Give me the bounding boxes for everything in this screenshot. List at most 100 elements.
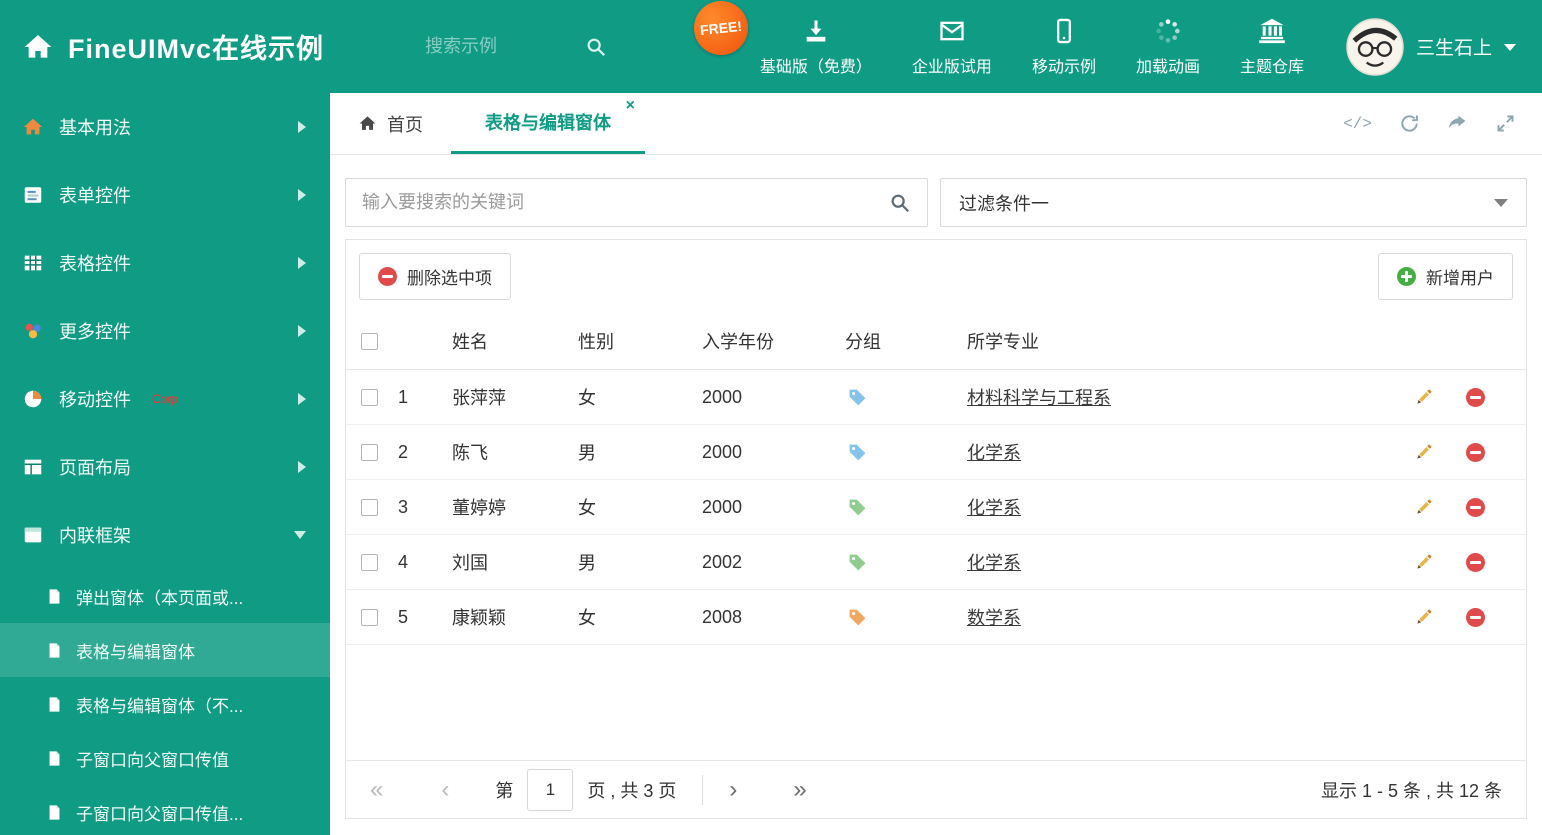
sidebar-item-more-controls[interactable]: 更多控件: [0, 297, 330, 365]
major-link[interactable]: 化学系: [967, 443, 1021, 463]
caret-down-icon: [1494, 198, 1508, 207]
sidebar-item-form-controls[interactable]: 表单控件: [0, 161, 330, 229]
keyword-search-box[interactable]: [345, 178, 928, 227]
nav-label: 主题仓库: [1239, 58, 1304, 76]
nav-label: 加载动画: [1135, 58, 1200, 76]
caret-down-icon: [1504, 44, 1516, 51]
sidebar: 基本用法 表单控件 表格控件 更多控件 移动控件 Corp 页面布局 内联框架 …: [0, 93, 330, 835]
house-icon: [23, 118, 43, 135]
search-icon[interactable]: [585, 36, 607, 58]
user-menu[interactable]: 三生石上: [1346, 17, 1542, 76]
sidebar-item-basic-usage[interactable]: 基本用法: [0, 93, 330, 161]
cell-gender: 男: [578, 553, 596, 573]
delete-row-icon[interactable]: [1466, 442, 1485, 462]
nav-theme-store[interactable]: 主题仓库: [1240, 17, 1304, 77]
row-checkbox[interactable]: [361, 388, 378, 406]
sidebar-item-mobile-controls[interactable]: 移动控件 Corp: [0, 365, 330, 433]
last-page-icon[interactable]: »: [793, 777, 806, 802]
tab-home[interactable]: 首页: [330, 93, 451, 154]
sidebar-item-iframe[interactable]: 内联框架: [0, 501, 330, 569]
major-link[interactable]: 化学系: [967, 553, 1021, 573]
cell-gender: 女: [578, 498, 596, 518]
delete-row-icon[interactable]: [1466, 552, 1485, 572]
edit-pencil-icon[interactable]: [1414, 387, 1434, 407]
delete-selected-button[interactable]: 删除选中项: [359, 253, 511, 300]
tab-actions: </>: [1343, 93, 1542, 154]
tag-icon: [849, 554, 866, 570]
sidebar-subitem-grid-edit-window-2[interactable]: 表格与编辑窗体（不...: [0, 677, 330, 731]
edit-pencil-icon[interactable]: [1414, 442, 1434, 462]
add-user-button[interactable]: 新增用户: [1378, 253, 1513, 300]
source-code-icon[interactable]: </>: [1343, 115, 1372, 133]
major-link[interactable]: 数学系: [967, 608, 1021, 628]
delete-row-icon[interactable]: [1466, 387, 1485, 407]
delete-row-icon[interactable]: [1466, 607, 1485, 627]
refresh-icon[interactable]: [1399, 113, 1420, 134]
row-checkbox[interactable]: [361, 498, 378, 516]
grid-panel: 删除选中项 新增用户 姓名 性别 入学年份 分组 所学专业 1 张萍萍 女 20…: [345, 239, 1527, 819]
edit-pencil-icon[interactable]: [1414, 497, 1434, 517]
chevron-right-icon: [298, 461, 306, 473]
share-arrow-icon[interactable]: [1447, 113, 1468, 134]
sidebar-subitem-child-to-parent-2[interactable]: 子窗口向父窗口传值...: [0, 785, 330, 835]
mobile-controls-icon: [24, 390, 42, 408]
tag-icon: [849, 609, 866, 625]
edit-pencil-icon[interactable]: [1414, 607, 1434, 627]
tab-grid-edit-window[interactable]: 表格与编辑窗体 ×: [451, 93, 645, 154]
app-header: FineUIMvc在线示例 FREE! 基础版（免费） 企业版试用 移动示例: [0, 0, 1542, 93]
nav-label: 移动示例: [1031, 58, 1096, 76]
header-search-input[interactable]: [425, 36, 575, 57]
sidebar-subitem-child-to-parent[interactable]: 子窗口向父窗口传值: [0, 731, 330, 785]
row-checkbox[interactable]: [361, 553, 378, 571]
cell-gender: 女: [578, 608, 596, 628]
nav-enterprise-trial[interactable]: 企业版试用: [912, 17, 992, 77]
keyword-search-input[interactable]: [362, 192, 879, 213]
layout-icon: [24, 459, 42, 475]
file-icon: [49, 642, 60, 658]
filter-dropdown[interactable]: 过滤条件一: [940, 178, 1527, 227]
file-icon: [49, 588, 60, 604]
close-icon[interactable]: ×: [626, 97, 635, 115]
major-link[interactable]: 材料科学与工程系: [967, 388, 1111, 408]
nav-basic-edition[interactable]: FREE! 基础版（免费）: [691, 0, 872, 77]
app-logo[interactable]: FineUIMvc在线示例: [0, 27, 395, 66]
header-search[interactable]: [425, 36, 607, 58]
col-major: 所学专业: [967, 332, 1039, 352]
delete-row-icon[interactable]: [1466, 497, 1485, 517]
sidebar-subitem-grid-edit-window[interactable]: 表格与编辑窗体: [0, 623, 330, 677]
cell-year: 2000: [702, 386, 743, 407]
next-page-icon[interactable]: ›: [729, 777, 737, 802]
table-row: 2 陈飞 男 2000 化学系: [346, 425, 1526, 480]
nav-mobile-demo[interactable]: 移动示例: [1032, 17, 1096, 77]
search-icon[interactable]: [889, 192, 911, 214]
corp-badge: Corp: [152, 392, 179, 406]
prev-page-icon[interactable]: ‹: [441, 777, 449, 802]
sidebar-item-page-layout[interactable]: 页面布局: [0, 433, 330, 501]
pagination-divider: [702, 774, 704, 805]
edit-pencil-icon[interactable]: [1414, 552, 1434, 572]
select-all-checkbox[interactable]: [361, 332, 378, 350]
expand-icon[interactable]: [1495, 113, 1516, 134]
nav-loading-animation[interactable]: 加载动画: [1136, 17, 1200, 77]
avatar[interactable]: [1346, 17, 1404, 76]
plus-icon: [1397, 267, 1416, 286]
sidebar-subitem-popup-window[interactable]: 弹出窗体（本页面或...: [0, 569, 330, 623]
nav-label: 企业版试用: [911, 58, 992, 76]
filter-row: 过滤条件一: [330, 155, 1542, 227]
grid-toolbar: 删除选中项 新增用户: [346, 240, 1526, 313]
cell-name: 陈飞: [452, 443, 488, 463]
sidebar-item-grid-controls[interactable]: 表格控件: [0, 229, 330, 297]
row-checkbox[interactable]: [361, 443, 378, 461]
form-icon: [24, 187, 42, 203]
page-number-input[interactable]: [527, 768, 574, 811]
file-icon: [49, 804, 60, 820]
chevron-right-icon: [298, 121, 306, 133]
filter-dropdown-value: 过滤条件一: [959, 193, 1049, 214]
major-link[interactable]: 化学系: [967, 498, 1021, 518]
record-summary: 显示 1 - 5 条 , 共 12 条: [1320, 780, 1502, 801]
table-row: 1 张萍萍 女 2000 材料科学与工程系: [346, 370, 1526, 425]
row-checkbox[interactable]: [361, 608, 378, 626]
tag-icon: [849, 444, 866, 460]
col-group: 分组: [845, 332, 881, 352]
first-page-icon[interactable]: «: [370, 777, 383, 802]
